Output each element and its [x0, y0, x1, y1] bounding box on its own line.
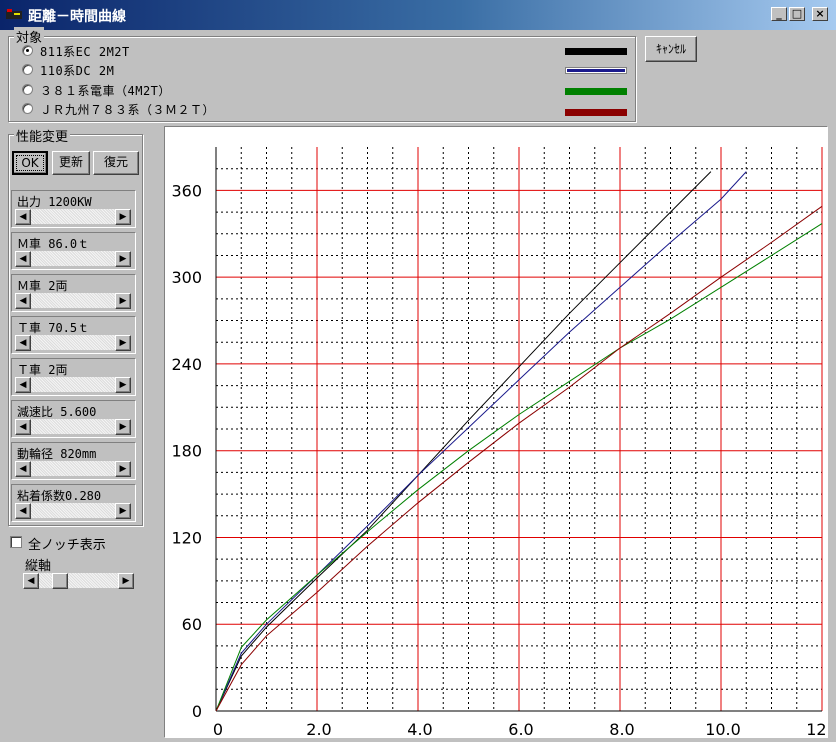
radio-button[interactable]: [22, 45, 33, 56]
scroll-left-icon[interactable]: ◀: [15, 377, 31, 393]
param-scrollbar[interactable]: ◀ ▶: [14, 250, 132, 267]
param-row: Ｔ車 2両 ◀ ▶: [11, 358, 136, 398]
param-scrollbar[interactable]: ◀ ▶: [14, 208, 132, 225]
cancel-button[interactable]: ｷｬﾝｾﾙ: [645, 36, 697, 62]
x-tick-label: 10.0: [705, 720, 741, 737]
param-row: Ｔ車 70.5ｔ ◀ ▶: [11, 316, 136, 356]
scroll-right-icon[interactable]: ▶: [115, 419, 131, 435]
update-button[interactable]: 更新: [52, 151, 90, 175]
all-notch-checkbox[interactable]: [10, 536, 22, 548]
param-scrollbar[interactable]: ◀ ▶: [14, 418, 132, 435]
all-notch-checkbox-row[interactable]: 全ノッチ表示: [10, 534, 140, 553]
radio-button[interactable]: [22, 64, 33, 75]
target-option-783[interactable]: ＪＲ九州７８３系（３Ｍ２Ｔ）: [22, 101, 542, 117]
series-color-swatch: [565, 67, 627, 74]
x-tick-label: 8.0: [609, 720, 634, 737]
target-option-811[interactable]: 811系EC 2M2T: [22, 43, 542, 59]
y-tick-label: 300: [171, 268, 202, 287]
series-color-swatch: [565, 88, 627, 95]
scroll-left-icon[interactable]: ◀: [15, 503, 31, 519]
minimize-button[interactable]: _: [771, 7, 787, 21]
y-tick-label: 120: [171, 528, 202, 547]
vertical-axis-scrollbar[interactable]: ◀ ▶: [22, 572, 135, 589]
y-tick-label: 60: [182, 615, 202, 634]
param-row: Ｍ車 2両 ◀ ▶: [11, 274, 136, 314]
param-scrollbar[interactable]: ◀ ▶: [14, 334, 132, 351]
param-row: 動輪径 820mm ◀ ▶: [11, 442, 136, 482]
param-row: 粘着係数0.280 ◀ ▶: [11, 484, 136, 524]
scroll-right-icon[interactable]: ▶: [115, 335, 131, 351]
param-scrollbar[interactable]: ◀ ▶: [14, 460, 132, 477]
radio-button[interactable]: [22, 84, 33, 95]
scroll-right-icon[interactable]: ▶: [115, 293, 131, 309]
scroll-right-icon[interactable]: ▶: [118, 573, 134, 589]
target-option-381[interactable]: ３８１系電車（4M2T）: [22, 82, 542, 98]
all-notch-label: 全ノッチ表示: [28, 538, 106, 553]
radio-button[interactable]: [22, 103, 33, 114]
maximize-button[interactable]: □: [789, 7, 805, 21]
scroll-right-icon[interactable]: ▶: [115, 377, 131, 393]
series-color-swatch: [565, 48, 627, 55]
close-button[interactable]: ×: [812, 7, 828, 21]
target-option-label: 811系EC 2M2T: [40, 45, 130, 59]
x-tick-label: 12.0: [806, 720, 827, 737]
restore-button[interactable]: 復元: [93, 151, 139, 175]
param-row: 出力 1200KW ◀ ▶: [11, 190, 136, 230]
scroll-left-icon[interactable]: ◀: [15, 419, 31, 435]
scroll-right-icon[interactable]: ▶: [115, 251, 131, 267]
scroll-left-icon[interactable]: ◀: [15, 251, 31, 267]
x-tick-label: 6.0: [508, 720, 533, 737]
scroll-left-icon[interactable]: ◀: [15, 461, 31, 477]
x-tick-label: 0: [213, 720, 223, 737]
distance-time-chart: 0 60 120 180 240 300 360 0 2.0 4.0 6.0 8.0 10.0 12.0: [164, 126, 836, 739]
target-option-110[interactable]: 110系DC 2M: [22, 62, 542, 78]
chart-svg: 0 60 120 180 240 300 360 0 2.0 4.0 6.0 8.0 10.0 12.0: [171, 147, 836, 739]
param-row: Ｍ車 86.0ｔ ◀ ▶: [11, 232, 136, 272]
param-scrollbar[interactable]: ◀ ▶: [14, 502, 132, 519]
scroll-left-icon[interactable]: ◀: [15, 335, 31, 351]
scroll-right-icon[interactable]: ▶: [115, 209, 131, 225]
performance-group-label: 性能変更: [14, 126, 71, 145]
param-row: 減速比 5.600 ◀ ▶: [11, 400, 136, 440]
scroll-left-icon[interactable]: ◀: [15, 293, 31, 309]
y-tick-label: 180: [171, 442, 202, 461]
app-icon: [6, 9, 22, 19]
scroll-right-icon[interactable]: ▶: [115, 503, 131, 519]
x-tick-label: 2.0: [306, 720, 331, 737]
scroll-thumb[interactable]: [51, 573, 68, 589]
y-tick-label: 240: [171, 355, 202, 374]
scroll-right-icon[interactable]: ▶: [115, 461, 131, 477]
series-line: [215, 171, 712, 712]
title-bar[interactable]: 距離－時間曲線 _ □ ×: [0, 0, 836, 30]
y-tick-label: 360: [171, 181, 202, 200]
param-scrollbar[interactable]: ◀ ▶: [14, 376, 132, 393]
y-tick-label: 0: [192, 702, 202, 721]
target-option-label: ＪＲ九州７８３系（３Ｍ２Ｔ）: [40, 103, 216, 117]
scroll-left-icon[interactable]: ◀: [23, 573, 39, 589]
ok-button[interactable]: OK: [12, 151, 48, 175]
target-option-label: 110系DC 2M: [40, 64, 115, 78]
target-option-label: ３８１系電車（4M2T）: [40, 84, 171, 98]
window-title: 距離－時間曲線: [28, 9, 126, 25]
x-tick-label: 4.0: [407, 720, 432, 737]
param-scrollbar[interactable]: ◀ ▶: [14, 292, 132, 309]
series-color-swatch: [565, 109, 627, 116]
scroll-left-icon[interactable]: ◀: [15, 209, 31, 225]
